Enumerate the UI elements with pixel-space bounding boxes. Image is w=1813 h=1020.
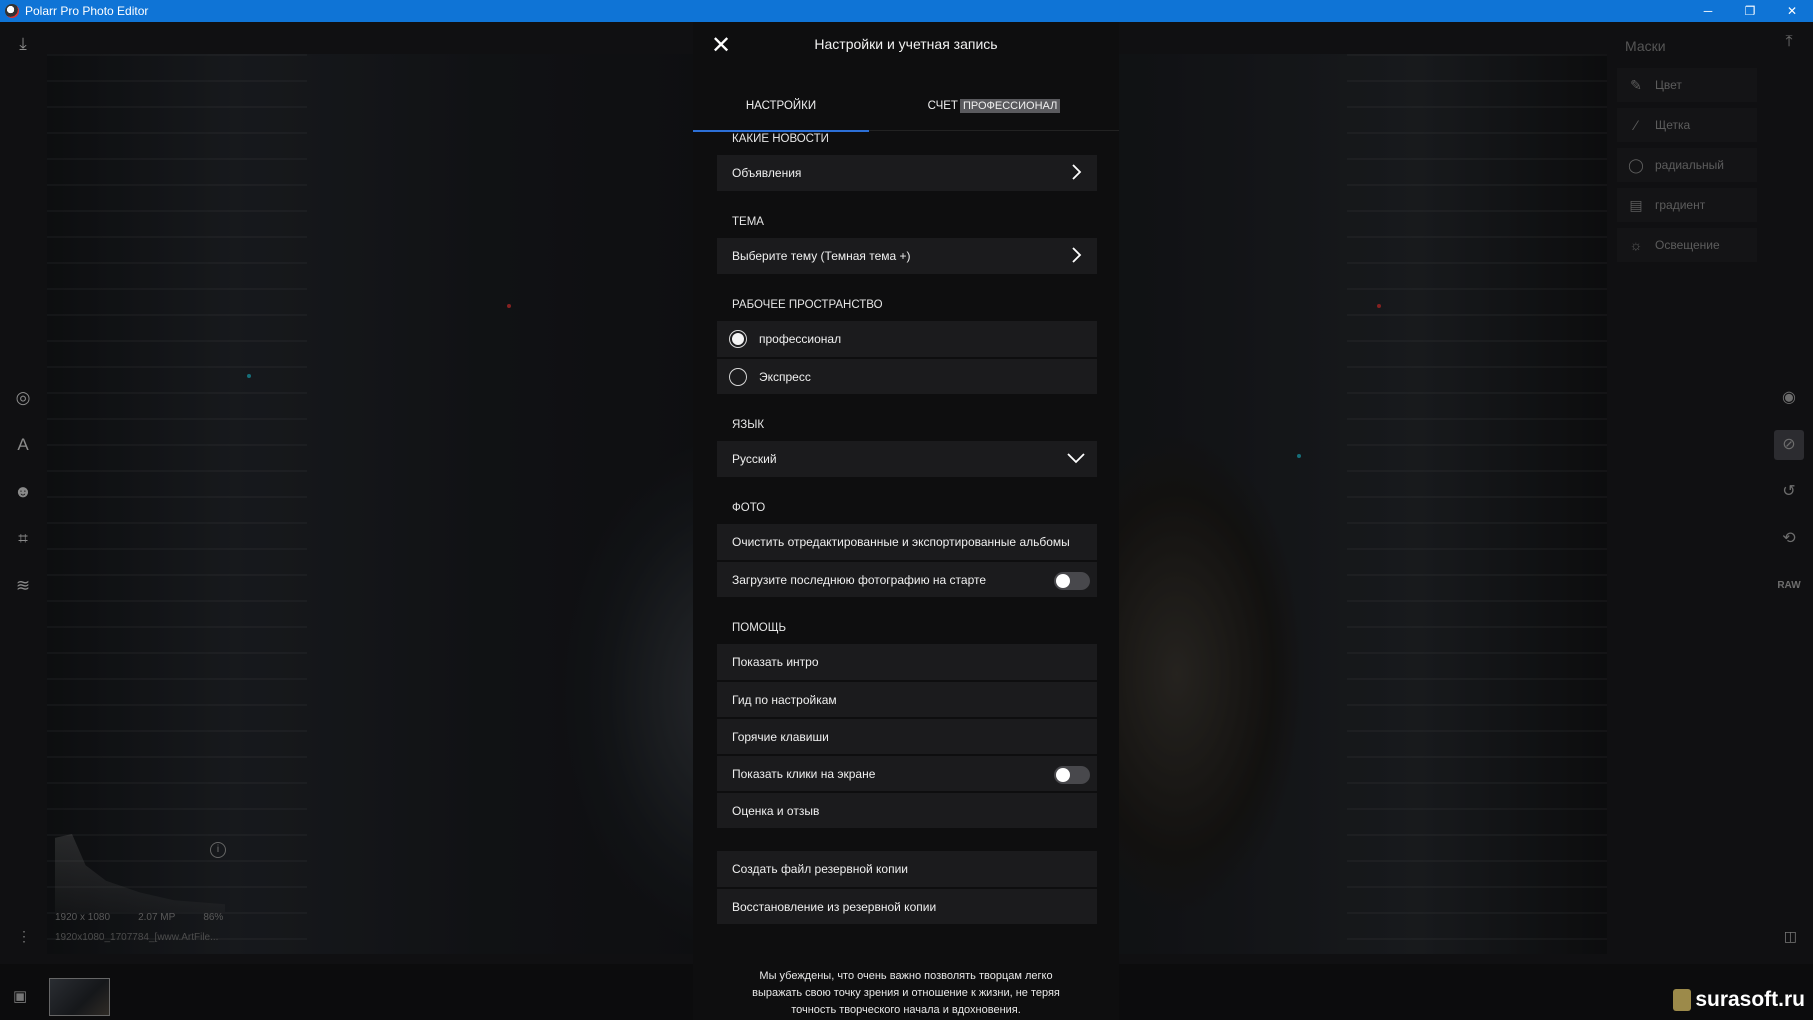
eyedropper-icon: ✎ [1630,76,1642,93]
site-watermark: surasoft.ru [1673,988,1805,1012]
text-icon[interactable]: A [13,435,33,455]
lighting-icon: ☼ [1629,237,1643,253]
image-dimensions: 1920 x 1080 [55,912,111,923]
section-language-label: ЯЗЫК [732,419,765,431]
modal-title: Настройки и учетная запись [814,36,998,52]
info-icon[interactable]: i [210,842,226,858]
modal-header: ✕ Настройки и учетная запись [693,22,1119,86]
app-logo-icon [5,4,19,18]
announcements-row[interactable]: Объявления [717,155,1097,191]
brush-icon: ⁄ [1634,117,1638,133]
show-clicks-toggle[interactable] [1054,766,1090,784]
tab-settings[interactable]: НАСТРОЙКИ [693,86,869,132]
photo-thumbnail[interactable] [49,978,110,1016]
face-icon[interactable]: ☻ [13,482,33,502]
layers-icon[interactable]: ≋ [13,576,33,596]
raw-label[interactable]: RAW [1777,574,1801,598]
filters-icon[interactable]: ◎ [13,388,33,408]
image-megapixels: 2.07 MP [138,912,176,923]
reset-icon[interactable]: ⟲ [1777,527,1801,551]
import-icon[interactable]: ⤓ [13,34,33,54]
create-backup-row[interactable]: Создать файл резервной копии [717,851,1097,887]
show-intro-row[interactable]: Показать интро [717,644,1097,680]
more-icon[interactable]: ⋮ [17,928,31,945]
left-toolbar: ⤓ ◎ A ☻ ⌗ ≋ [0,22,47,1020]
zoom-level: 86% [203,912,224,923]
mask-lighting[interactable]: ☼ Освещение [1617,228,1757,262]
gradient-icon: ▤ [1629,196,1643,213]
mask-color[interactable]: ✎ Цвет [1617,68,1757,102]
gallery-icon[interactable]: ▣ [13,987,27,1005]
modal-tabs: НАСТРОЙКИ СЧЕТ ПРОФЕССИОНАЛ [693,86,1119,132]
show-clicks-row: Показать клики на экране [717,755,1097,791]
workspace-option-express[interactable]: Экспресс [717,358,1097,394]
maximize-button[interactable]: ❐ [1729,0,1771,22]
crop-icon[interactable]: ⌗ [13,529,33,549]
mask-brush[interactable]: ⁄ Щетка [1617,108,1757,142]
radio-unselected-icon[interactable] [729,367,747,386]
section-help-label: ПОМОЩЬ [732,622,787,634]
history-icon[interactable]: ↺ [1777,480,1801,504]
section-theme-label: ТЕМА [732,216,764,228]
chevron-down-icon [1067,453,1085,464]
language-select[interactable]: Русский [717,441,1097,477]
load-last-photo-row: Загрузите последнюю фотографию на старте [717,561,1097,597]
histogram: 1920 x 1080 2.07 MP 86% [47,828,237,923]
watermark-logo-icon [1673,989,1692,1011]
hotkeys-row[interactable]: Горячие клавиши [717,718,1097,754]
radio-selected-icon[interactable] [729,330,747,348]
masks-panel: Маски ⤒ ✎ Цвет ⁄ Щетка ◯ радиальный ▤ градие… [1607,22,1813,1020]
close-window-button[interactable]: ✕ [1771,0,1813,22]
load-last-photo-toggle[interactable] [1054,572,1090,590]
window-titlebar: Polarr Pro Photo Editor ─ ❐ ✕ [0,0,1813,22]
restore-backup-row[interactable]: Восстановление из резервной копии [717,888,1097,924]
tab-account[interactable]: СЧЕТ ПРОФЕССИОНАЛ [869,86,1119,130]
section-workspace-label: РАБОЧЕЕ ПРОСТРАНСТВО [732,299,883,311]
section-news-label: КАКИЕ НОВОСТИ [732,133,829,145]
clear-albums-row[interactable]: Очистить отредактированные и экспортиров… [717,524,1097,560]
rate-feedback-row[interactable]: Оценка и отзыв [717,792,1097,828]
file-name: 1920x1080_1707784_[www.ArtFile... [55,932,219,943]
workspace-option-pro[interactable]: профессионал [717,321,1097,357]
mission-statement: Мы убеждены, что очень важно позволять т… [752,970,1060,1016]
chevron-right-icon [1072,247,1082,263]
lens-icon[interactable]: ◉ [1777,386,1801,410]
settings-modal: ✕ Настройки и учетная запись НАСТРОЙКИ С… [693,22,1119,1020]
chevron-right-icon [1072,164,1082,180]
window-title: Polarr Pro Photo Editor [25,4,149,18]
theme-row[interactable]: Выберите тему (Темная тема +) [717,238,1097,274]
settings-guide-row[interactable]: Гид по настройкам [717,681,1097,717]
minimize-button[interactable]: ─ [1687,0,1729,22]
mask-gradient[interactable]: ▤ градиент [1617,188,1757,222]
pro-badge: ПРОФЕССИОНАЛ [959,99,1061,113]
mask-radial[interactable]: ◯ радиальный [1617,148,1757,182]
mask-tool-icon[interactable]: ⊘ [1774,430,1804,460]
compare-icon[interactable]: ◫ [1784,928,1797,945]
radial-icon: ◯ [1628,156,1644,173]
masks-title: Маски [1625,38,1666,54]
section-photo-label: ФОТО [732,502,766,514]
export-icon[interactable]: ⤒ [1777,30,1801,54]
